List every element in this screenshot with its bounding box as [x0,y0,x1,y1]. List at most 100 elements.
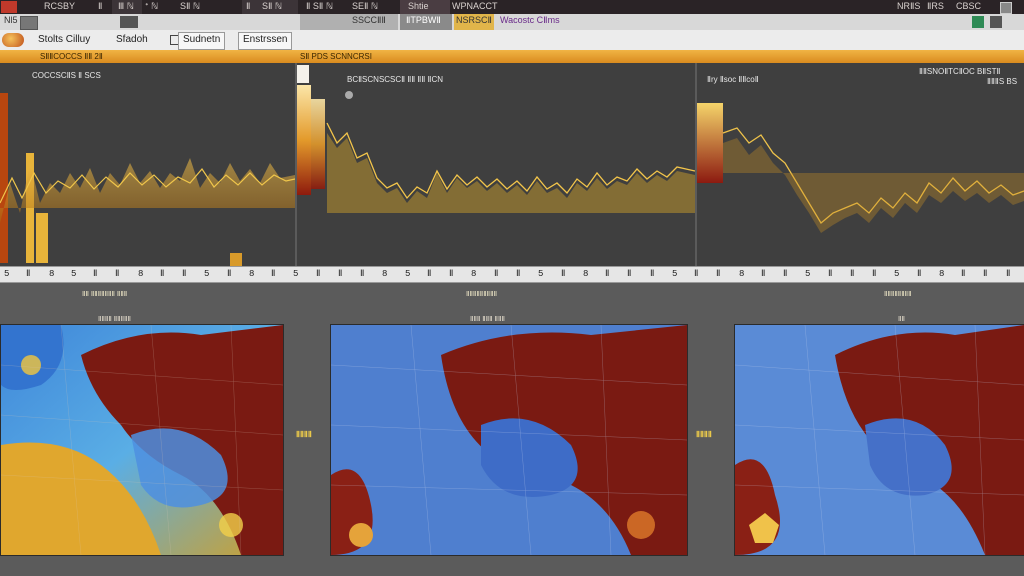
axis-tick-label: 8 [739,269,745,279]
plot-subtitle: ⅡⅡⅡS BS [987,77,1018,86]
toolbar-item[interactable]: SSCCⅡⅡ [352,15,386,26]
status-icon[interactable] [972,16,984,28]
signal-plot-2[interactable]: BCⅡSCNSCSCⅡ ⅡⅡ ⅡⅡ ⅡCN [297,63,695,267]
axis-tick-label: 8 [382,269,388,279]
menu-item[interactable]: SⅡ ℕ [262,1,282,12]
axis-tick-label: Ⅱ [627,269,632,279]
axis-tick-label: Ⅱ [227,269,232,279]
axis-tick-label: Ⅱ [316,269,321,279]
signal-plot-3[interactable]: Ⅱry Ⅱsoc ⅡⅡcoⅡ ⅡⅡSNOⅡTCⅡOC BⅡSTⅡ ⅡⅡⅡS BS [697,63,1024,267]
axis-tick-label: Ⅱ [961,269,966,279]
section-header: SⅡⅡCOCCS ⅡⅡ 2Ⅱ SⅡ PDS SCNNCRSI [0,50,1024,63]
menu-bar: RCSBY Ⅱ Ⅲ ℕ ᐩ ℕ SⅡ ℕ Ⅱ SⅡ ℕ Ⅱ SⅡ ℕ SEⅡ ℕ… [0,0,1024,14]
menu-item[interactable]: Ⅲ ℕ [118,1,134,12]
axis-tick-label: 5 [405,269,411,279]
axis-tick-label: Ⅱ [605,269,610,279]
axis-tick-label: Ⅱ [850,269,855,279]
heatmap-3 [735,325,1024,555]
axis-tick-label: 5 [894,269,900,279]
plot-title: BCⅡSCNSCSCⅡ ⅡⅡ ⅡⅡ ⅡCN [347,75,444,84]
plot-title: ⅡⅡSNOⅡTCⅡOC BⅡSTⅡ [919,67,1001,76]
app-icon[interactable] [1,1,17,13]
axis-tick-label: 5 [672,269,678,279]
menu-item[interactable]: Ⅱ [246,1,250,12]
menu-item[interactable]: RCSBY [44,1,75,11]
section-label: SⅡⅡCOCCS ⅡⅡ 2Ⅱ [40,52,103,61]
axis-tick-strip: 5 Ⅱ 8 5 Ⅱ Ⅱ 8 Ⅱ Ⅱ 5 Ⅱ 8 Ⅱ 5 Ⅱ Ⅱ Ⅱ 8 5 Ⅱ Ⅱ 8 Ⅱ Ⅱ 5 Ⅱ 8 Ⅱ Ⅱ Ⅱ 5 Ⅱ Ⅱ 8 Ⅱ Ⅱ 5 Ⅱ Ⅱ Ⅱ… [0,266,1024,283]
menu-item[interactable]: Ⅱ SⅡ ℕ [306,1,333,12]
heatmap-panel-3[interactable] [734,324,1024,556]
signal-trace-1 [0,93,295,267]
toolbar-item[interactable]: Nl5 [4,15,18,25]
axis-tick-label: Ⅱ [449,269,454,279]
panel-caption: ⅡⅡⅡⅡⅡⅡⅡⅡⅡ [466,291,498,298]
axis-tick-label: Ⅱ [115,269,120,279]
menu-item[interactable]: WPNACCT [452,1,498,11]
axis-tick-label: 8 [49,269,55,279]
axis-tick-label: Ⅱ [271,269,276,279]
tab-sudnetn[interactable]: Sudnetn [178,32,226,50]
purple-label: Wacostc CⅡms [500,15,560,25]
axis-tick-label: 5 [293,269,299,279]
window-control-icon[interactable] [1000,2,1012,14]
menu-item[interactable]: SⅡ ℕ [180,1,200,12]
axis-tick-label: Ⅱ [360,269,365,279]
heatmap-1 [1,325,283,555]
toolbar-item[interactable]: ⅡTPBWⅡ [406,15,441,26]
axis-tick-label: 8 [471,269,477,279]
map-side-label: ⅡⅡⅡⅡ [296,430,312,439]
axis-tick-label: Ⅱ [761,269,766,279]
tool-icon[interactable] [20,16,38,30]
menu-item[interactable]: ᐩ ℕ [145,1,158,12]
map-title: ⅡⅡⅡⅡ ⅡⅡⅡⅡⅡ [98,316,131,323]
axis-tick-label: 5 [204,269,210,279]
axis-tick-label: 5 [538,269,544,279]
axis-tick-label: Ⅱ [26,269,31,279]
tab-enstrssen[interactable]: Enstrssen [238,32,293,50]
signal-plot-1[interactable]: COCCSCⅡS Ⅱ SCS [0,63,295,267]
axis-tick-label: Ⅱ [494,269,499,279]
signal-trace-2 [297,65,695,213]
menu-item[interactable]: ⅡRS [927,1,944,12]
axis-tick-label: 8 [939,269,945,279]
axis-tick-label: Ⅱ [872,269,877,279]
tab-sfadoh[interactable]: Sfadoh [112,32,152,48]
menu-item[interactable]: NRⅡS [897,1,920,12]
menu-item[interactable]: CBSC [956,1,981,11]
map-title: ⅡⅡ [898,316,905,323]
axis-tick-label: Ⅱ [716,269,721,279]
axis-tick-label: 5 [805,269,811,279]
heatmap-2 [331,325,687,555]
axis-tick-label: Ⅱ [983,269,988,279]
signal-trace-3 [697,103,1024,233]
axis-tick-label: 8 [583,269,589,279]
menu-item[interactable]: Shtie [408,1,429,11]
tab-bar: Stolts Cilluy Sfadoh Sudnetn Enstrssen [0,30,1024,51]
axis-tick-label: 5 [71,269,77,279]
axis-tick-label: Ⅱ [694,269,699,279]
plot-title: COCCSCⅡS Ⅱ SCS [32,71,101,80]
panel-caption: ⅡⅡ ⅡⅡⅡⅡⅡⅡⅡ ⅡⅡⅡ [82,291,128,298]
menu-item[interactable]: SEⅡ ℕ [352,1,378,12]
heatmap-panel-1[interactable] [0,324,284,556]
plot-title: Ⅱry Ⅱsoc ⅡⅡcoⅡ [707,75,759,84]
axis-tick-label: Ⅱ [516,269,521,279]
menu-item[interactable]: Ⅱ [98,1,102,12]
tab-stolts[interactable]: Stolts Cilluy [34,32,94,48]
secondary-toolbar: Nl5 SSCCⅡⅡ ⅡTPBWⅡ NSRSCⅡ Wacostc CⅡms [0,14,1024,30]
panel-caption: ⅡⅡⅡⅡⅡⅡⅡⅡ [884,291,912,298]
heatmap-panel-2[interactable] [330,324,688,556]
axis-tick-label: Ⅱ [182,269,187,279]
map-title: ⅡⅡⅡ ⅡⅡⅡ ⅡⅡⅡ [470,316,505,323]
axis-tick-label: Ⅱ [160,269,165,279]
settings-icon[interactable] [990,16,1002,28]
tool-icon[interactable] [120,16,138,28]
axis-tick-label: Ⅱ [338,269,343,279]
axis-tick-label: Ⅱ [917,269,922,279]
section-label: SⅡ PDS SCNNCRSI [300,52,372,61]
logo-icon [2,33,24,47]
axis-tick-label: 5 [4,269,10,279]
highlight-tab-label: NSRSCⅡ [456,15,492,25]
axis-tick-label: Ⅱ [783,269,788,279]
axis-tick-label: Ⅱ [427,269,432,279]
